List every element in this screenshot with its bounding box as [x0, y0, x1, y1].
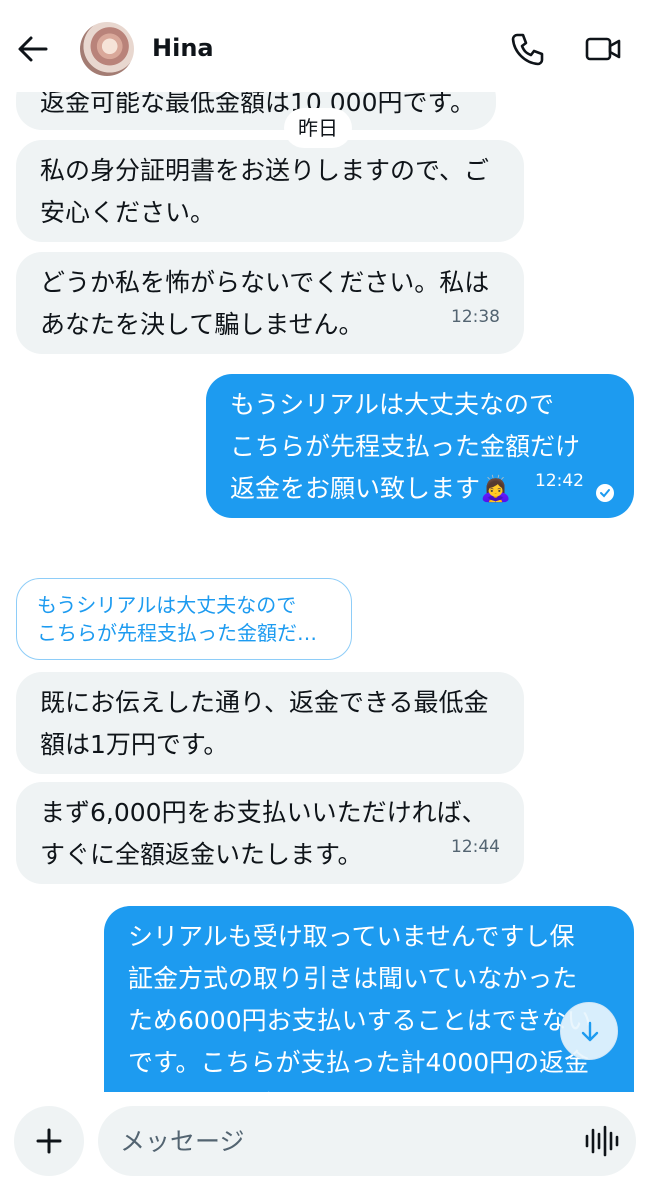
- message-text: 額は1万円です。: [40, 730, 229, 759]
- message-timestamp: 12:38: [451, 307, 500, 327]
- scroll-to-bottom-button[interactable]: [560, 1002, 618, 1060]
- message-list[interactable]: 返金可能な最低金額は10,000円です。 昨日 私の身分証明書をお送りしますので…: [0, 92, 650, 1092]
- quoted-text: こちらが先程支払った金額だ…: [37, 621, 317, 645]
- message-text: あなたを決して騙しません。: [40, 310, 364, 339]
- video-call-icon[interactable]: [584, 30, 622, 68]
- arrow-down-icon: [581, 1021, 599, 1042]
- outgoing-message[interactable]: シリアルも受け取っていませんですし保 証金方式の取り引きは聞いていなかった ため…: [104, 906, 634, 1092]
- plus-icon: [36, 1128, 62, 1154]
- avatar[interactable]: [80, 22, 134, 76]
- message-text: 私の身分証明書をお送りしますので、ご: [40, 156, 490, 185]
- back-arrow-icon[interactable]: [16, 32, 50, 66]
- message-timestamp: 12:44: [451, 837, 500, 857]
- read-receipt-icon: [596, 484, 614, 502]
- quoted-reply[interactable]: もうシリアルは大丈夫なので こちらが先程支払った金額だ…: [16, 578, 352, 660]
- message-input-container: [98, 1106, 636, 1176]
- message-text: まず6,000円をお支払いいただければ、: [40, 798, 487, 827]
- message-text: シリアルも受け取っていませんですし保: [128, 922, 575, 951]
- message-text: 既にお伝えした通り、返金できる最低金: [40, 688, 489, 717]
- message-text: のみお願い致します。: [128, 1084, 610, 1092]
- message-text: すぐに全額返金いたします。: [40, 840, 363, 869]
- message-input[interactable]: [120, 1122, 560, 1160]
- message-text: どうか私を怖がらないでください。私は: [40, 268, 490, 297]
- date-divider: 昨日: [284, 108, 352, 148]
- incoming-message[interactable]: 返金可能な最低金額は10,000円です。: [16, 92, 496, 130]
- message-text: もうシリアルは大丈夫なので: [230, 390, 555, 419]
- incoming-message[interactable]: まず6,000円をお支払いいただければ、 すぐに全額返金いたします。 12:44: [16, 782, 524, 884]
- incoming-message[interactable]: どうか私を怖がらないでください。私は あなたを決して騙しません。 12:38: [16, 252, 524, 354]
- voice-message-icon[interactable]: [582, 1122, 620, 1160]
- contact-name[interactable]: Hina: [152, 34, 214, 62]
- message-timestamp: 12:42: [535, 471, 584, 491]
- message-composer: [0, 1092, 650, 1200]
- add-attachment-button[interactable]: [14, 1106, 84, 1176]
- incoming-message[interactable]: 既にお伝えした通り、返金できる最低金 額は1万円です。: [16, 672, 524, 774]
- message-text: です。こちらが支払った計4000円の返金: [128, 1048, 590, 1077]
- message-text: 証金方式の取り引きは聞いていなかった: [128, 964, 578, 993]
- quoted-text: もうシリアルは大丈夫なので: [37, 593, 297, 617]
- chat-header: Hina: [0, 0, 650, 92]
- phone-icon[interactable]: [508, 30, 546, 68]
- outgoing-message[interactable]: もうシリアルは大丈夫なので こちらが先程支払った金額だけ 返金をお願い致します🙇…: [206, 374, 634, 518]
- message-text: ため6000円お支払いすることはできない: [128, 1006, 592, 1035]
- message-text: 安心ください。: [40, 198, 216, 227]
- incoming-message[interactable]: 私の身分証明書をお送りしますので、ご 安心ください。: [16, 140, 524, 242]
- message-text: 返金可能な最低金額は10,000円です。: [40, 92, 475, 117]
